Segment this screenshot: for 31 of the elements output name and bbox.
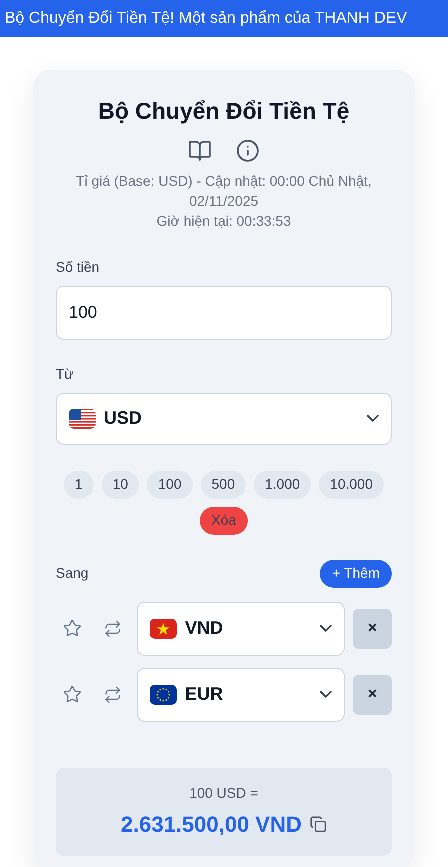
- to-label: Sang: [56, 564, 89, 583]
- quick-amount-chip[interactable]: 500: [200, 470, 246, 498]
- flag-icon: [150, 618, 178, 638]
- rate-info: Tỉ giá (Base: USD) - Cập nhật: 00:00 Chủ Nhật, 02/11/2025: [75, 172, 373, 210]
- copy-icon[interactable]: [310, 816, 328, 832]
- remove-button[interactable]: ×: [353, 674, 392, 714]
- chevron-down-icon: [367, 415, 379, 422]
- chevron-down-icon: [320, 625, 332, 632]
- result-value: 2.631.500,00 VND: [120, 810, 302, 838]
- chevron-down-icon: [320, 691, 332, 698]
- add-currency-button[interactable]: + Thêm: [320, 560, 392, 588]
- flag-icon: [69, 408, 96, 428]
- quick-amount-chip[interactable]: 1: [64, 470, 94, 498]
- target-currency-select[interactable]: VND: [137, 602, 346, 656]
- info-icon[interactable]: [236, 138, 260, 162]
- book-icon[interactable]: [188, 138, 212, 162]
- quick-amount-chip[interactable]: 100: [147, 470, 193, 498]
- flag-icon: [150, 684, 178, 704]
- target-currency-select[interactable]: EUR: [137, 668, 346, 722]
- quick-amount-chip[interactable]: 10: [102, 470, 140, 498]
- amount-label: Số tiền: [56, 258, 101, 276]
- from-currency-select[interactable]: USD: [56, 392, 392, 444]
- remove-button[interactable]: ×: [353, 608, 392, 648]
- from-label: Từ: [56, 364, 75, 384]
- app-title: Bộ Chuyển Đổi Tiền Tệ: [97, 97, 351, 126]
- result-source: 100 USD =: [190, 784, 258, 802]
- banner-text: Bộ Chuyển Đổi Tiền Tệ! Một sản phẩm của THANH DEV: [5, 8, 408, 28]
- quick-amount-chip[interactable]: 1.000: [254, 470, 312, 498]
- amount-input[interactable]: 100: [56, 286, 392, 340]
- current-time: Giờ hiện tại: 00:33:53: [156, 212, 292, 230]
- quick-amount-chip[interactable]: 10.000: [319, 470, 384, 498]
